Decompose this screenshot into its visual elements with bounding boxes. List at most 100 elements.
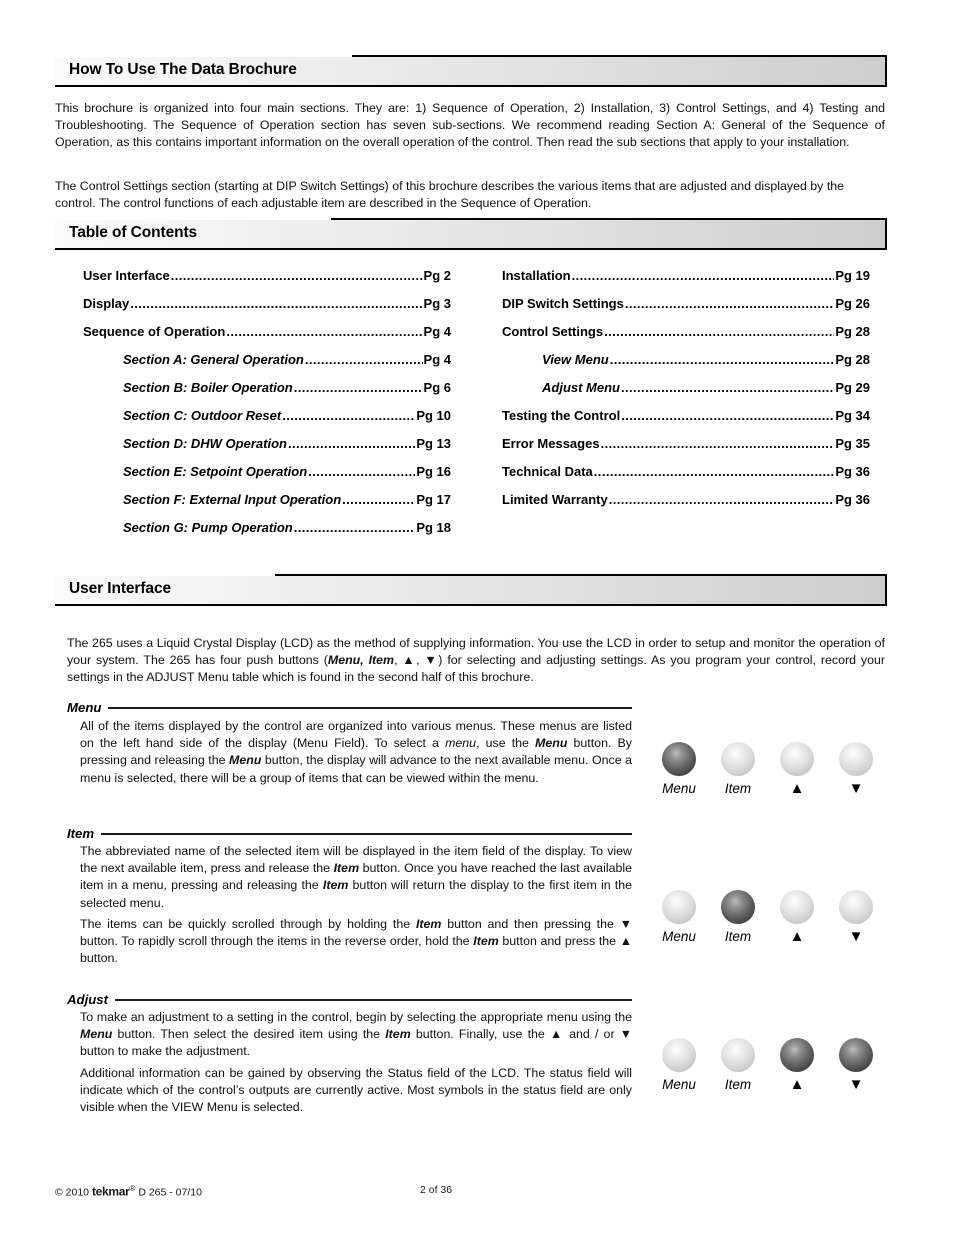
down-arrow-icon: ▼ [848,928,864,945]
toc-dot-leader: ........................................… [608,492,835,507]
down-arrow-glyph: ▼ [619,917,632,931]
subsection-label: Item [67,826,95,841]
subsection-heading-item: Item [67,826,632,841]
item-button-emphasis: Item [322,878,349,893]
toc-dot-leader: ........................................… [287,436,415,451]
push-button-highlighted-icon [662,742,696,776]
push-button-item[interactable]: Item [709,1038,767,1093]
toc-entry-label: Section E: Setpoint Operation [123,464,308,479]
push-button-label: Item [724,929,752,944]
subsection-rule [115,998,632,1001]
subsection-heading-adjust: Adjust [67,992,632,1007]
toc-entry[interactable]: Installation............................… [502,268,870,296]
toc-entry[interactable]: Adjust Menu ............................… [502,380,870,408]
push-button-icon [780,742,814,776]
down-arrow-glyph: ▼ [619,1027,633,1042]
toc-entry-page: Pg 29 [835,380,870,395]
item-button-emphasis: Item [473,934,499,949]
toc-entry[interactable]: Testing the Control ....................… [502,408,870,436]
toc-entry[interactable]: Technical Data..........................… [502,464,870,492]
toc-entry-page: Pg 34 [835,408,870,423]
toc-dot-leader: ........................................… [593,464,835,479]
push-button-menu[interactable]: Menu [650,742,708,797]
toc-dot-leader: ........................................… [604,324,834,339]
push-button-down[interactable]: ▼ [827,1038,885,1093]
up-arrow-icon: ▲ [789,1076,805,1093]
item-paragraph-1: The abbreviated name of the selected ite… [80,844,632,910]
toc-entry[interactable]: Error Messages..........................… [502,436,870,464]
toc-entry-page: Pg 28 [835,352,870,367]
push-button-down[interactable]: ▼ [827,890,885,945]
toc-entry-page: Pg 10 [416,408,451,423]
toc-entry-label: Section F: External Input Operation [123,492,342,507]
button-diagram-item: Menu Item ▲ ▼ [650,890,890,960]
toc-dot-leader: ........................................… [600,436,835,451]
subsection-label: Adjust [67,992,109,1007]
push-button-icon [662,1038,696,1072]
toc-entry[interactable]: Section G: Pump Operation...............… [83,520,451,548]
toc-entry[interactable]: Control Settings........................… [502,324,870,352]
button-diagram-menu: Menu Item ▲ ▼ [650,742,890,812]
toc-entry-page: Pg 19 [835,268,870,283]
toc-entry[interactable]: Section E: Setpoint Operation ..........… [83,464,451,492]
toc-entry[interactable]: Section F: External Input Operation.....… [83,492,451,520]
footer-doc-code: D 265 - 07/10 [138,1186,202,1199]
push-button-menu[interactable]: Menu [650,1038,708,1093]
footer-left: © 2010 tekmar® D 265 - 07/10 [55,1184,202,1199]
push-button-up[interactable]: ▲ [768,1038,826,1093]
toc-left-column: User Interface..........................… [83,268,451,548]
toc-entry-label: Limited Warranty [502,492,608,507]
item-button-emphasis: Item [415,917,442,931]
section-header-user-interface: User Interface [55,574,887,606]
up-arrow-icon: ▲ [789,928,805,945]
push-button-down[interactable]: ▼ [827,742,885,797]
push-button-menu[interactable]: Menu [650,890,708,945]
item-button-emphasis: Item [333,861,360,876]
toc-entry[interactable]: Limited Warranty .......................… [502,492,870,520]
toc-entry[interactable]: Section C: Outdoor Reset................… [83,408,451,436]
subsection-label: Menu [67,700,102,715]
toc-entry-label: Sequence of Operation [83,324,226,339]
push-button-icon [721,1038,755,1072]
button-diagram-adjust: Menu Item ▲ ▼ [650,1038,890,1108]
push-button-label: Menu [662,1077,696,1092]
push-button-item[interactable]: Item [709,742,767,797]
toc-entry[interactable]: DIP Switch Settings.....................… [502,296,870,324]
toc-entry-label: Section A: General Operation [123,352,304,367]
toc-entry[interactable]: Section D: DHW Operation ...............… [83,436,451,464]
toc-entry-label: Section D: DHW Operation [123,436,287,451]
menu-item-emphasis: Menu, Item [327,653,395,668]
section-header-table-of-contents: Table of Contents [55,218,887,250]
toc-entry-page: Pg 28 [835,324,870,339]
toc-entry[interactable]: Display ................................… [83,296,451,324]
toc-entry-label: Error Messages [502,436,600,451]
menu-button-emphasis: Menu [535,736,568,751]
push-button-item[interactable]: Item [709,890,767,945]
toc-entry[interactable]: User Interface..........................… [83,268,451,296]
toc-entry-page: Pg 4 [423,352,451,367]
section-header-topline [331,218,887,220]
section-header-topline [275,574,887,576]
toc-entry-label: Section G: Pump Operation [123,520,293,535]
push-button-up[interactable]: ▲ [768,890,826,945]
toc-entry-label: Display [83,296,130,311]
how-to-use-paragraph-1: This brochure is organized into four mai… [55,101,885,150]
subsection-rule [108,706,632,709]
toc-dot-leader: ........................................… [609,352,835,367]
subsection-heading-menu: Menu [67,700,632,715]
toc-entry-page: Pg 4 [423,324,451,339]
push-button-highlighted-icon [780,1038,814,1072]
push-button-label: Item [724,781,752,796]
toc-entry-page: Pg 3 [423,296,451,311]
down-arrow-glyph: ▼ [424,653,439,668]
toc-entry[interactable]: View Menu ..............................… [502,352,870,380]
toc-entry[interactable]: Section B: Boiler Operation.............… [83,380,451,408]
toc-entry-page: Pg 2 [423,268,451,283]
adjust-paragraph-2: Additional information can be gained by … [80,1066,632,1115]
toc-entry[interactable]: Sequence of Operation ..................… [83,324,451,352]
toc-right-column: Installation............................… [502,268,870,520]
up-arrow-glyph: ▲ [402,653,417,668]
toc-entry[interactable]: Section A: General Operation ...........… [83,352,451,380]
toc-entry-label: Technical Data [502,464,593,479]
push-button-up[interactable]: ▲ [768,742,826,797]
